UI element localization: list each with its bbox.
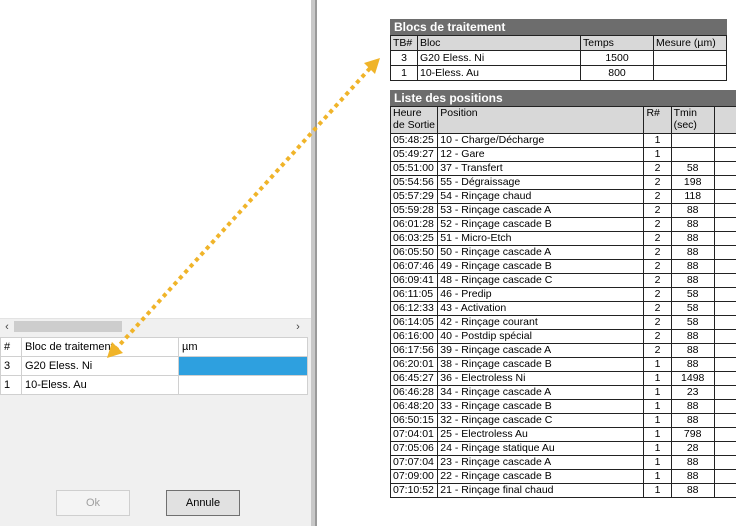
- double-arrow-icon: [107, 58, 380, 358]
